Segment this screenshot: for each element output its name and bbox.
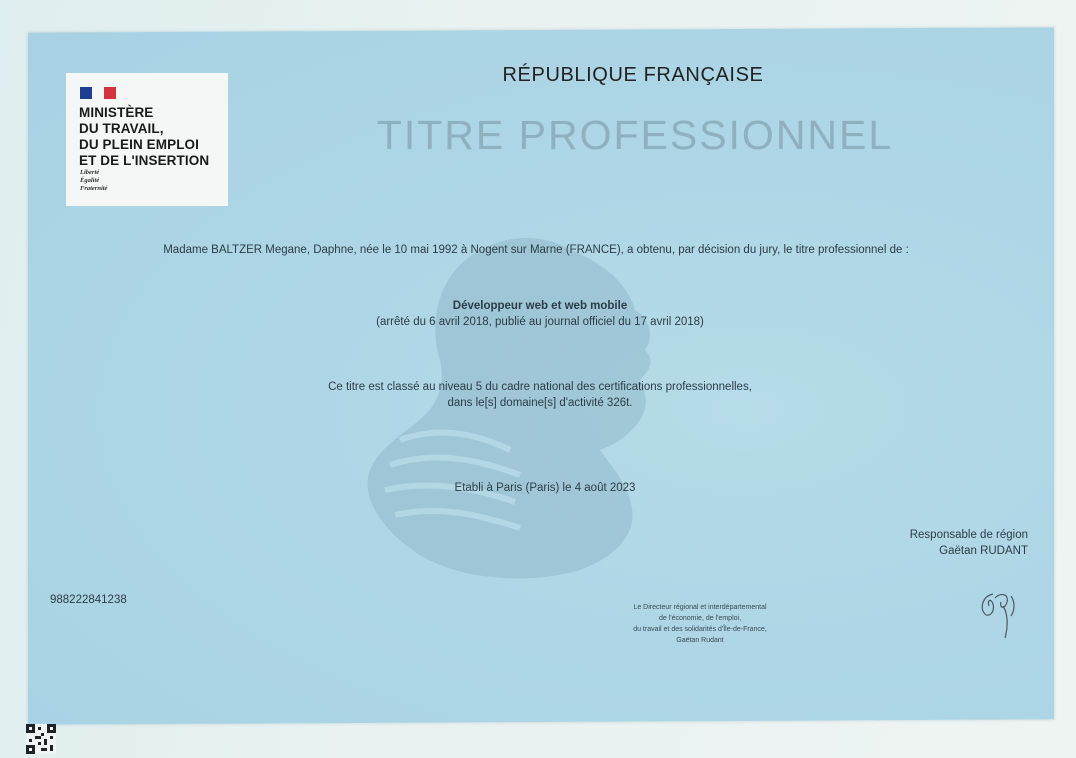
level-text: Ce titre est classé au niveau 5 du cadre… [328, 381, 752, 393]
republique-heading: RÉPUBLIQUE FRANÇAISE [502, 64, 764, 86]
stamp-line: Gaëtan Rudant [676, 637, 724, 644]
serial-number: 988222841238 [50, 594, 127, 606]
stamp-line: du travail et des solidarités d'Île-de-F… [633, 626, 767, 633]
french-flag-icon [80, 87, 116, 99]
ministry-logo: MINISTÈRE DU TRAVAIL, DU PLEIN EMPLOI ET… [66, 73, 228, 206]
ministry-name: MINISTÈRE DU TRAVAIL, DU PLEIN EMPLOI ET… [79, 105, 227, 169]
established-text: Etabli à Paris (Paris) le 4 août 2023 [454, 482, 636, 494]
domain-text: dans le[s] domaine[s] d'activité 326t. [447, 397, 633, 409]
signatory-role: Responsable de région [909, 529, 1028, 541]
diploma-name: Développeur web et web mobile [452, 300, 628, 312]
motto: Liberté Égalité Fraternité [80, 169, 107, 193]
ministry-line: DU PLEIN EMPLOI [79, 137, 200, 152]
ministry-line: MINISTÈRE [79, 105, 154, 120]
qr-code-icon [26, 724, 56, 754]
motto-line: Égalité [80, 177, 100, 184]
director-stamp: Le Directeur régional et interdépartemen… [600, 602, 800, 646]
motto-line: Fraternité [80, 185, 108, 192]
intro-text: Madame BALTZER Megane, Daphne, née le 10… [163, 244, 909, 256]
page-title: TITRE PROFESSIONNEL [376, 112, 894, 158]
signatory-name: Gaëtan RUDANT [939, 545, 1028, 557]
decree-text: (arrêté du 6 avril 2018, publié au journ… [376, 316, 704, 328]
ministry-line: ET DE L'INSERTION [79, 153, 210, 168]
ministry-line: DU TRAVAIL, [79, 121, 164, 136]
stamp-line: Le Directeur régional et interdépartemen… [633, 604, 767, 611]
motto-line: Liberté [80, 169, 100, 176]
stamp-line: de l'économie, de l'emploi, [658, 615, 742, 622]
handwritten-signature [981, 593, 1015, 639]
